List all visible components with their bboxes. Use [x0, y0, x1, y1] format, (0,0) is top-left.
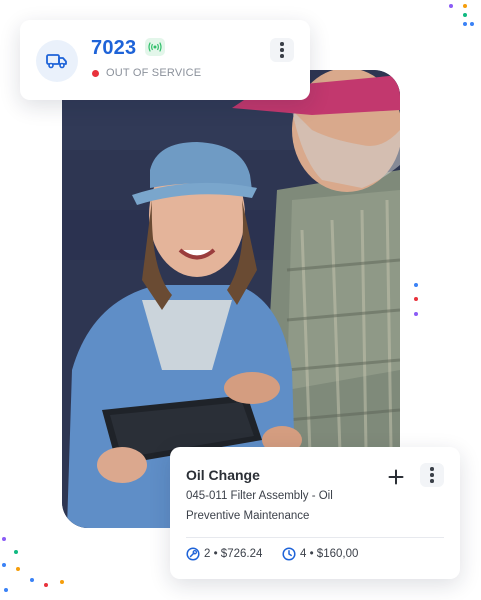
kebab-icon	[280, 42, 284, 46]
labor-cost-text: 4 • $160,00	[300, 548, 359, 560]
status-indicator	[92, 70, 99, 77]
plus-icon	[388, 469, 404, 485]
vehicle-status: OUT OF SERVICE	[106, 67, 202, 79]
parts-cost: 2 • $726.24	[186, 547, 262, 561]
labor-cost: 4 • $160,00	[282, 547, 358, 561]
more-options-button[interactable]	[270, 38, 294, 62]
clock-icon	[282, 547, 296, 561]
vehicle-card[interactable]: 7023 OUT OF SERVICE	[20, 20, 310, 100]
divider	[186, 537, 444, 538]
vehicle-number: 7023	[91, 37, 137, 59]
work-order-type: Preventive Maintenance	[186, 510, 310, 522]
work-order-card[interactable]: Oil Change 045-011 Filter Assembly - Oil…	[170, 447, 460, 579]
work-order-title: Oil Change	[186, 467, 260, 483]
work-order-more-button[interactable]	[420, 463, 444, 487]
work-order-part: 045-011 Filter Assembly - Oil	[186, 490, 333, 502]
add-button[interactable]	[384, 465, 408, 489]
signal-icon	[145, 38, 165, 56]
parts-cost-text: 2 • $726.24	[204, 548, 263, 560]
kebab-icon	[430, 467, 434, 471]
truck-icon	[36, 40, 78, 82]
parts-icon	[186, 547, 200, 561]
